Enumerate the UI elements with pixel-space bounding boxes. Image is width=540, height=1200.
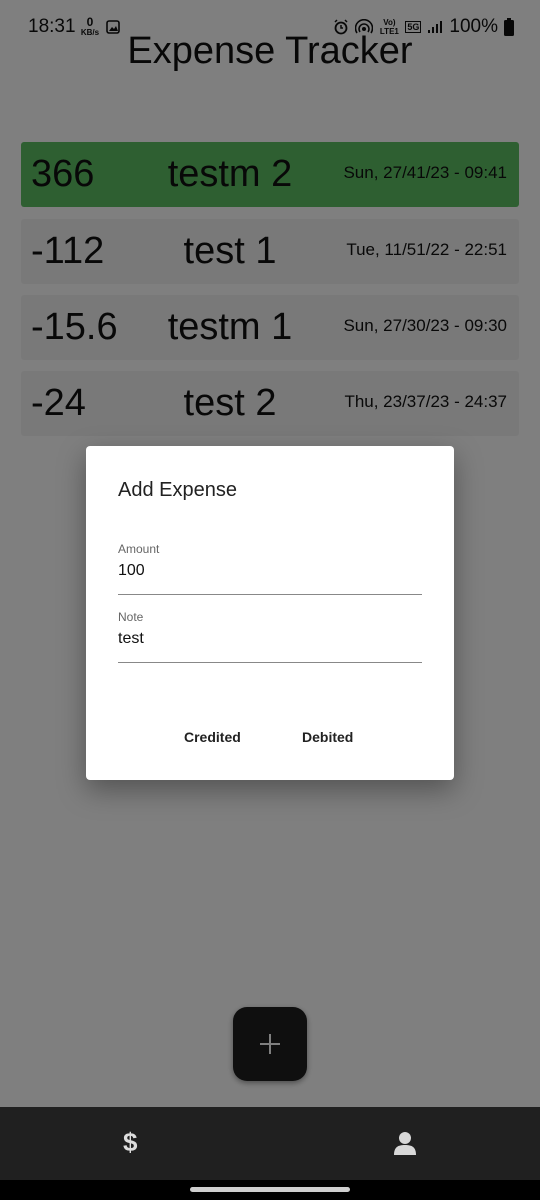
credited-button[interactable]: Credited	[184, 729, 241, 745]
add-expense-dialog: Add Expense Amount Note Credited Debited	[86, 446, 454, 780]
amount-label: Amount	[118, 542, 160, 556]
amount-field: Amount	[118, 542, 422, 595]
dialog-title: Add Expense	[118, 479, 237, 501]
note-field: Note	[118, 610, 422, 663]
debited-button[interactable]: Debited	[302, 729, 353, 745]
amount-input[interactable]	[118, 560, 422, 595]
note-label: Note	[118, 610, 144, 624]
profile-icon[interactable]	[394, 1131, 416, 1155]
dollar-icon[interactable]: $	[123, 1127, 137, 1158]
gesture-handle[interactable]	[190, 1187, 350, 1192]
gesture-area	[0, 1180, 540, 1200]
bottom-nav: $	[0, 1107, 540, 1180]
note-input[interactable]	[118, 628, 422, 663]
